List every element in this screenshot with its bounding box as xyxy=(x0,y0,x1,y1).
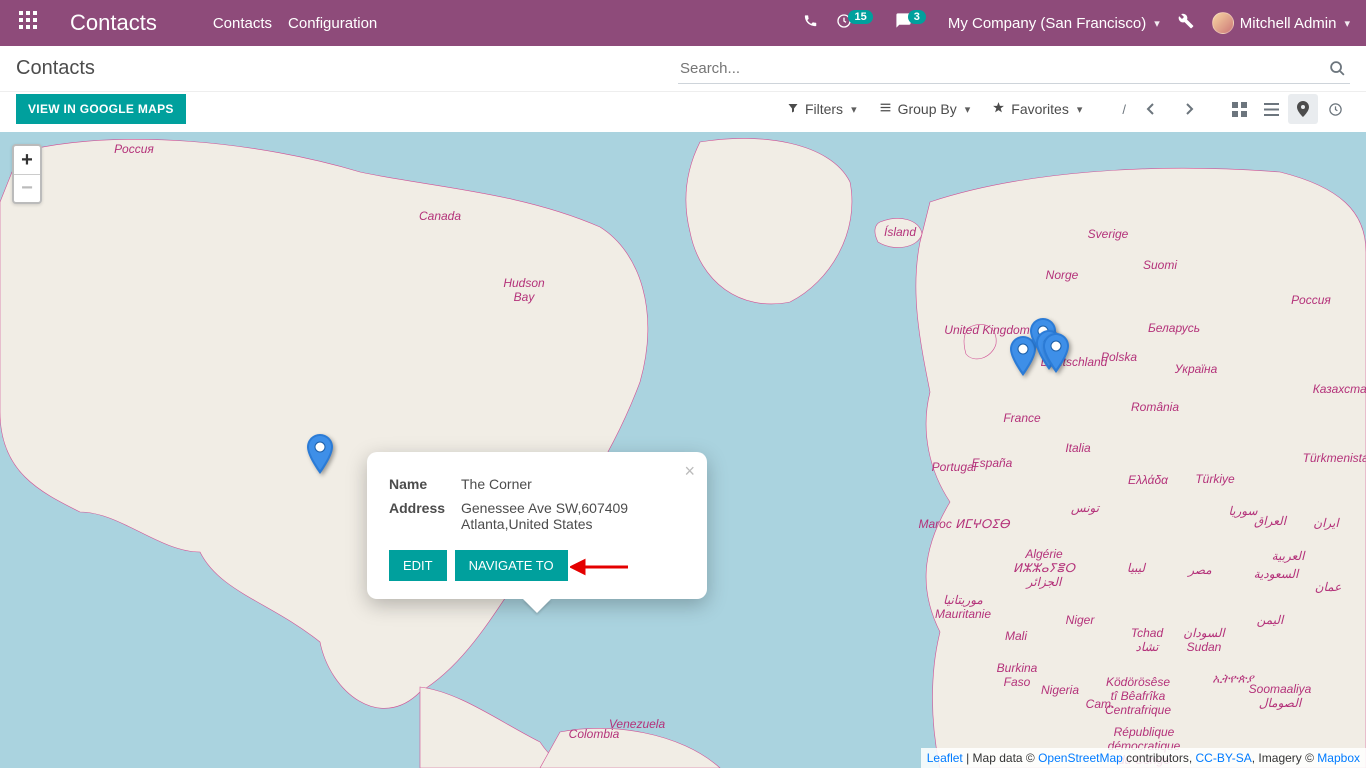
map-marker[interactable] xyxy=(1043,333,1069,373)
filters-label: Filters xyxy=(805,101,843,117)
pager-prev-button[interactable] xyxy=(1136,94,1166,124)
popup-address-label: Address xyxy=(389,496,461,536)
phone-icon[interactable] xyxy=(803,13,818,33)
osm-link[interactable]: OpenStreetMap xyxy=(1038,751,1123,765)
pager: / xyxy=(1122,102,1126,117)
avatar xyxy=(1212,12,1234,34)
control-panel-bottom: VIEW IN GOOGLE MAPS Filters Group By Fav… xyxy=(0,92,1366,132)
search-icon[interactable] xyxy=(1329,60,1346,82)
favorites-dropdown[interactable]: Favorites xyxy=(992,101,1082,117)
nav-menu-contacts[interactable]: Contacts xyxy=(213,15,272,32)
zoom-in-button[interactable]: + xyxy=(14,146,40,174)
groupby-label: Group By xyxy=(898,101,957,117)
company-switcher[interactable]: My Company (San Francisco) xyxy=(948,15,1160,32)
groupby-dropdown[interactable]: Group By xyxy=(879,101,971,117)
activity-badge: 15 xyxy=(848,10,872,24)
leaflet-link[interactable]: Leaflet xyxy=(927,751,963,765)
navigate-to-button[interactable]: NAVIGATE TO xyxy=(455,550,568,581)
filters-dropdown[interactable]: Filters xyxy=(787,101,857,117)
view-in-google-maps-button[interactable]: VIEW IN GOOGLE MAPS xyxy=(16,94,186,124)
mapbox-link[interactable]: Mapbox xyxy=(1317,751,1360,765)
apps-icon[interactable] xyxy=(16,11,40,35)
user-name: Mitchell Admin xyxy=(1240,15,1337,32)
list-icon xyxy=(879,101,892,117)
map-container[interactable]: + − CanadaHudsonBayUnited StatesMéxicoVe… xyxy=(0,132,1366,768)
control-panel-top: Contacts xyxy=(0,46,1366,92)
map-popup: × Name The Corner Address Genessee Ave S… xyxy=(367,452,707,599)
view-list-button[interactable] xyxy=(1256,94,1286,124)
map-attribution: Leaflet | Map data © OpenStreetMap contr… xyxy=(921,748,1366,768)
search-input[interactable] xyxy=(678,54,1350,84)
nav-menu-configuration[interactable]: Configuration xyxy=(288,15,377,32)
chat-badge: 3 xyxy=(908,10,926,24)
view-kanban-button[interactable] xyxy=(1224,94,1254,124)
cc-link[interactable]: CC-BY-SA xyxy=(1196,751,1252,765)
pager-next-button[interactable] xyxy=(1174,94,1204,124)
breadcrumb: Contacts xyxy=(16,57,95,80)
popup-name-label: Name xyxy=(389,472,461,496)
zoom-out-button[interactable]: − xyxy=(14,174,40,202)
close-icon[interactable]: × xyxy=(684,462,695,480)
top-navbar: Contacts Contacts Configuration 15 3 My … xyxy=(0,0,1366,46)
app-title: Contacts xyxy=(70,10,157,36)
activity-indicator[interactable]: 15 xyxy=(836,13,876,34)
star-icon xyxy=(992,101,1005,117)
annotation-arrow xyxy=(570,557,630,583)
edit-button[interactable]: EDIT xyxy=(389,550,447,581)
discuss-indicator[interactable]: 3 xyxy=(895,12,930,34)
view-activity-button[interactable] xyxy=(1320,94,1350,124)
favorites-label: Favorites xyxy=(1011,101,1069,117)
nav-menu: Contacts Configuration xyxy=(213,15,377,32)
popup-address-value: Genessee Ave SW,607409 Atlanta,United St… xyxy=(461,496,685,536)
popup-name-value: The Corner xyxy=(461,472,685,496)
company-name: My Company (San Francisco) xyxy=(948,15,1146,32)
debug-icon[interactable] xyxy=(1178,13,1194,34)
funnel-icon xyxy=(787,101,799,117)
view-map-button[interactable] xyxy=(1288,94,1318,124)
user-menu[interactable]: Mitchell Admin xyxy=(1212,12,1350,34)
zoom-control: + − xyxy=(12,144,42,204)
map-marker[interactable] xyxy=(307,434,333,474)
